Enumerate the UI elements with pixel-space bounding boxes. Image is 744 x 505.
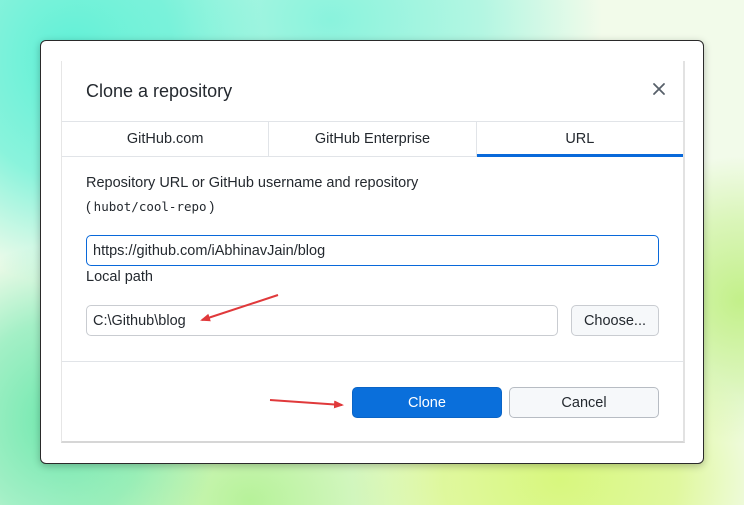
clone-button[interactable]: Clone xyxy=(352,387,502,418)
cancel-button[interactable]: Cancel xyxy=(509,387,659,418)
local-path-label: Local path xyxy=(86,269,153,285)
window-frame: Clone a repository GitHub.com GitHub Ent… xyxy=(40,40,704,464)
tab-bar: GitHub.com GitHub Enterprise URL xyxy=(62,121,684,157)
close-button[interactable] xyxy=(649,79,669,99)
choose-button[interactable]: Choose... xyxy=(571,305,659,336)
url-field-label: Repository URL or GitHub username and re… xyxy=(86,175,419,191)
dialog-title: Clone a repository xyxy=(86,81,233,101)
clone-repository-dialog: Clone a repository GitHub.com GitHub Ent… xyxy=(61,61,685,443)
repository-url-input[interactable] xyxy=(86,235,659,266)
tab-github-com[interactable]: GitHub.com xyxy=(62,122,270,156)
tab-github-enterprise[interactable]: GitHub Enterprise xyxy=(269,122,477,156)
dialog-footer: Clone Cancel xyxy=(62,361,683,443)
local-path-input[interactable] xyxy=(86,305,558,336)
hint-example-code: hubot/cool-repo xyxy=(93,199,207,214)
hint-close-paren: ) xyxy=(209,198,215,214)
tab-url[interactable]: URL xyxy=(476,122,684,157)
url-field-hint: (hubot/cool-repo) xyxy=(86,198,214,214)
hint-open-paren: ( xyxy=(86,198,91,214)
dialog-body: Repository URL or GitHub username and re… xyxy=(62,157,683,361)
dialog-header: Clone a repository xyxy=(62,61,683,121)
close-icon xyxy=(653,83,665,95)
